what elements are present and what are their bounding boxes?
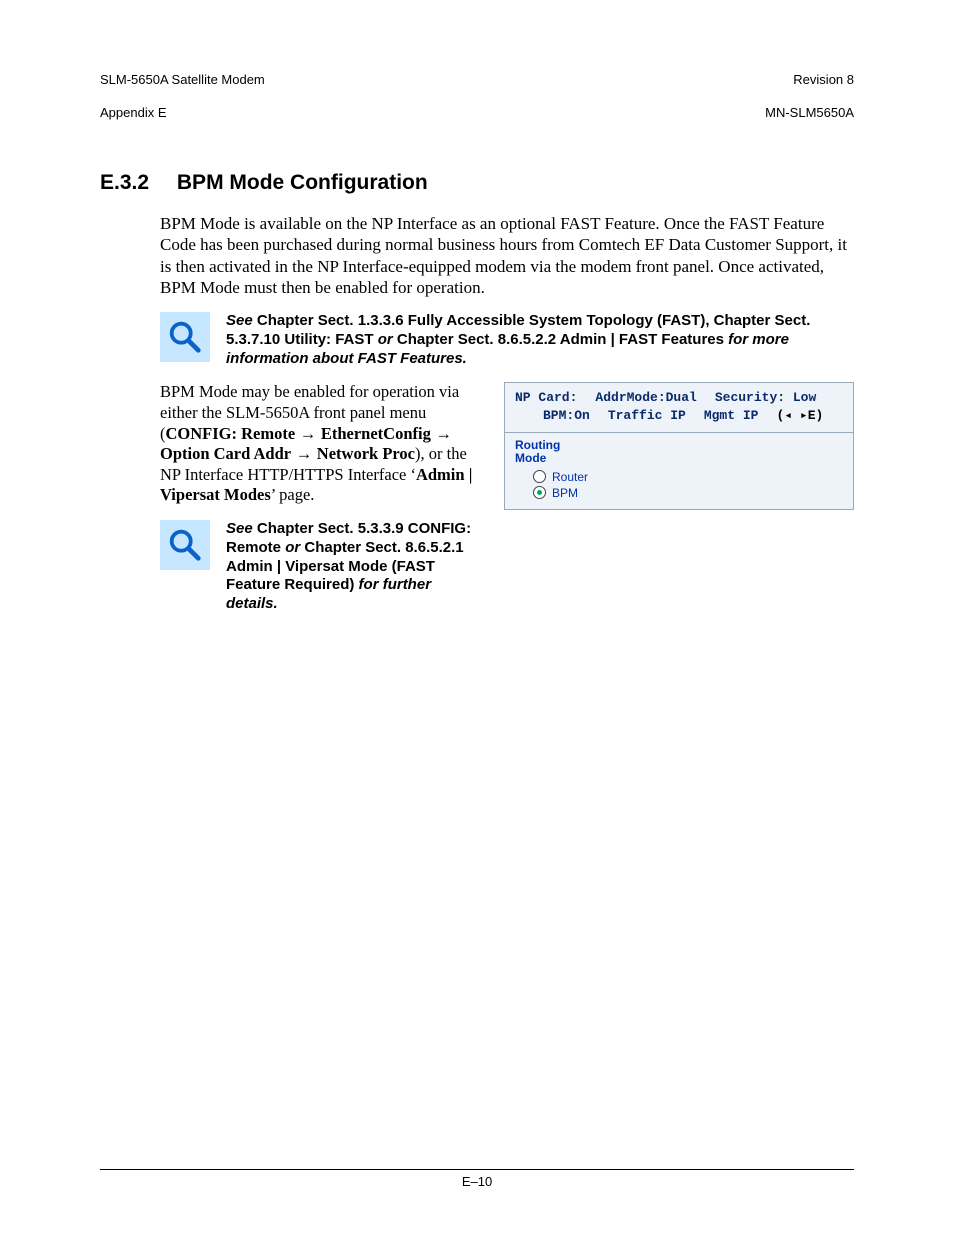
page-number: E–10 — [462, 1174, 492, 1189]
magnifier-icon — [160, 312, 210, 362]
routing-mode-group: Routing Mode Router BPM — [505, 433, 853, 508]
p2-arrow1: → — [431, 425, 452, 443]
section-number: E.3.2 — [100, 171, 149, 195]
lcd-addrmode: AddrMode:Dual — [595, 389, 696, 407]
header-right-line2: MN-SLM5650A — [765, 105, 854, 120]
p2-arrow2: → — [291, 445, 317, 463]
radio-label-router: Router — [552, 470, 588, 484]
legend-line2: Mode — [515, 451, 546, 465]
header-left-line2: Appendix E — [100, 105, 167, 120]
lcd-traffic-ip: Traffic IP — [608, 407, 686, 425]
routing-mode-legend: Routing Mode — [515, 439, 843, 464]
p2-path0: CONFIG: Remote — [166, 424, 296, 443]
note2-or: or — [285, 539, 300, 556]
routing-mode-option-bpm[interactable]: BPM — [533, 485, 843, 501]
p2-end: ’ page. — [271, 485, 315, 504]
radio-icon — [533, 486, 546, 499]
routing-mode-option-router[interactable]: Router — [533, 469, 843, 485]
note1-or: or — [378, 331, 393, 348]
section-title-text: BPM Mode Configuration — [177, 171, 428, 194]
header-right: Revision 8 MN-SLM5650A — [765, 56, 854, 121]
radio-label-bpm: BPM — [552, 486, 578, 500]
lcd-security: Security: Low — [715, 389, 816, 407]
lcd-row-1: NP Card: AddrMode:Dual Security: Low — [515, 389, 843, 407]
see-note-vipersat-text: See Chapter Sect. 5.3.3.9 CONFIG: Remote… — [226, 520, 480, 614]
see-note-fast: See Chapter Sect. 1.3.3.6 Fully Accessib… — [160, 312, 854, 368]
header-right-line1: Revision 8 — [793, 72, 854, 87]
see-note-fast-text: See Chapter Sect. 1.3.3.6 Fully Accessib… — [226, 312, 854, 368]
lcd-display: NP Card: AddrMode:Dual Security: Low BPM… — [505, 383, 853, 433]
np-card-panel: NP Card: AddrMode:Dual Security: Low BPM… — [504, 382, 854, 509]
note1-part2: Chapter Sect. 8.6.5.2.2 Admin | FAST Fea… — [393, 331, 728, 348]
page-footer: E–10 — [100, 1169, 854, 1189]
lcd-row-2: BPM:On Traffic IP Mgmt IP (◂ ▸E) — [515, 407, 843, 425]
see-note-vipersat: See Chapter Sect. 5.3.3.9 CONFIG: Remote… — [160, 520, 480, 614]
header-left-line1: SLM-5650A Satellite Modem — [100, 72, 265, 87]
radio-icon — [533, 470, 546, 483]
paragraph-enable: BPM Mode may be enabled for operation vi… — [160, 382, 480, 506]
note1-see: See — [226, 312, 253, 329]
lcd-nav-arrows: (◂ ▸E) — [776, 407, 823, 425]
p2-path2: Option Card Addr — [160, 444, 291, 463]
running-header: SLM-5650A Satellite Modem Appendix E Rev… — [100, 56, 854, 121]
p2-path3: Network Proc — [317, 444, 415, 463]
lcd-np-card: NP Card: — [515, 389, 577, 407]
lcd-bpm: BPM:On — [543, 407, 590, 425]
magnifier-icon — [160, 520, 210, 570]
enable-bpm-text-col: BPM Mode may be enabled for operation vi… — [160, 382, 480, 628]
note2-see: See — [226, 520, 253, 537]
section-heading: E.3.2 BPM Mode Configuration — [100, 171, 854, 195]
p2-arrow0: → — [295, 425, 321, 443]
enable-bpm-row: BPM Mode may be enabled for operation vi… — [160, 382, 854, 628]
p2-path1: EthernetConfig — [321, 424, 431, 443]
header-left: SLM-5650A Satellite Modem Appendix E — [100, 56, 265, 121]
lcd-mgmt-ip: Mgmt IP — [704, 407, 759, 425]
paragraph-intro: BPM Mode is available on the NP Interfac… — [160, 213, 854, 298]
